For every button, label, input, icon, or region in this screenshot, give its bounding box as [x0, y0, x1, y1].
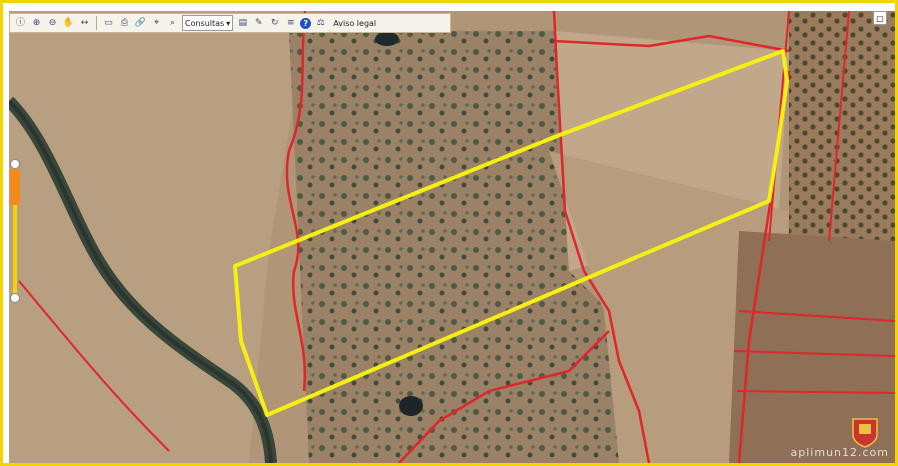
map-toolbar: ⓘ ⊕ ⊖ ✋ ↔ ▭ ⎙ 🔗 ⌖ ⌕ Consultas ▾ ▤ ✎ ↻ ≡ …: [9, 13, 451, 33]
watermark-text: aplimun12.com: [790, 446, 889, 459]
layer-dropdown-value: Consultas: [185, 18, 225, 28]
help-icon[interactable]: ?: [300, 17, 312, 29]
area-icon[interactable]: ▭: [102, 17, 115, 30]
zoom-in-icon[interactable]: ⊕: [30, 17, 43, 30]
map-frame: aplimun12.com ⓘ ⊕ ⊖ ✋ ↔ ▭ ⎙ 🔗 ⌖ ⌕ Consul…: [0, 0, 898, 466]
legal-notice-link[interactable]: Aviso legal: [333, 19, 376, 28]
coat-of-arms-emblem: [851, 417, 879, 449]
refresh-icon[interactable]: ↻: [268, 17, 281, 30]
chevron-down-icon: ▾: [226, 18, 231, 28]
toolbar-divider: [96, 16, 97, 30]
link-icon[interactable]: 🔗: [134, 17, 147, 30]
pan-icon[interactable]: ✋: [62, 17, 75, 30]
legal-icon: ⚖: [316, 17, 325, 28]
pond-north: [375, 32, 399, 46]
fullscreen-icon[interactable]: ▢: [873, 11, 887, 25]
layer-dropdown[interactable]: Consultas ▾: [182, 15, 234, 31]
coords-icon[interactable]: ⌖: [150, 17, 163, 30]
info-icon[interactable]: ⓘ: [14, 17, 27, 30]
pond-south: [399, 396, 423, 416]
orthophoto: [9, 11, 895, 463]
document-icon[interactable]: ▤: [236, 17, 249, 30]
zoom-knob-bottom[interactable]: [10, 293, 20, 303]
zoom-handle[interactable]: [10, 169, 20, 205]
edit-icon[interactable]: ✎: [252, 17, 265, 30]
measure-icon[interactable]: ↔: [78, 17, 91, 30]
layers-icon[interactable]: ≡: [284, 17, 297, 30]
zoom-knob-top[interactable]: [10, 159, 20, 169]
search-icon[interactable]: ⌕: [166, 17, 179, 30]
zoom-slider[interactable]: [10, 155, 20, 305]
zoom-out-icon[interactable]: ⊖: [46, 17, 59, 30]
aerial-map[interactable]: aplimun12.com: [9, 11, 895, 463]
print-icon[interactable]: ⎙: [118, 17, 131, 30]
